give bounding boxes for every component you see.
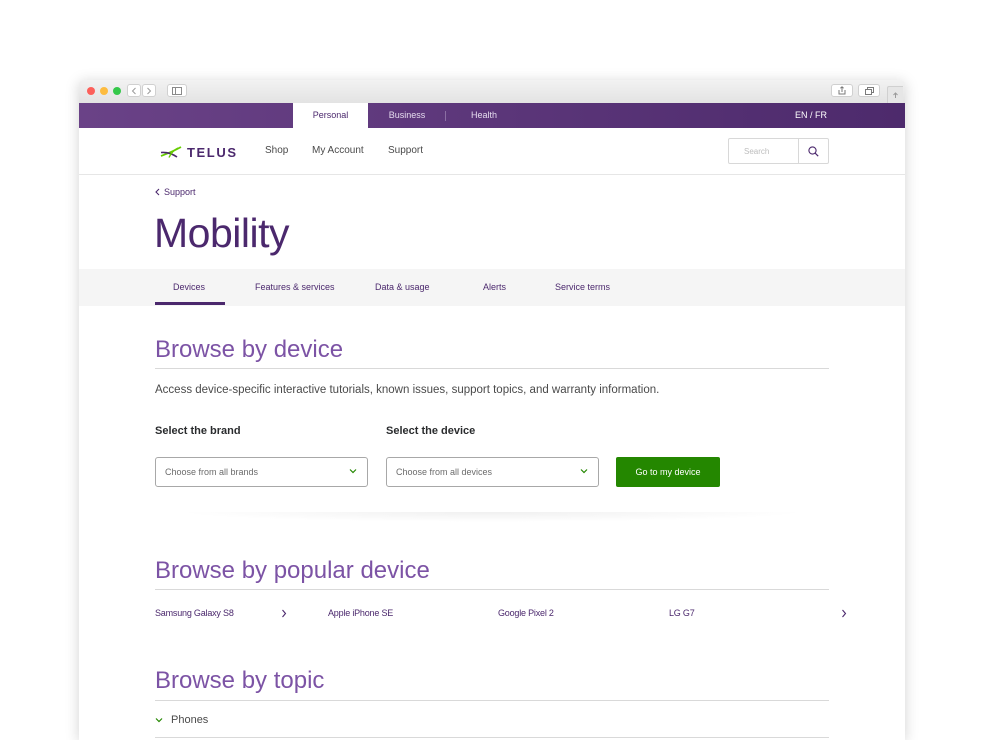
chevron-down-icon: [349, 469, 357, 474]
brand-select[interactable]: Choose from all brands: [155, 457, 368, 487]
topic-item-phones[interactable]: Phones: [155, 714, 208, 726]
tab-alerts[interactable]: Alerts: [483, 269, 506, 306]
tab-personal[interactable]: Personal: [293, 103, 368, 128]
close-window-button[interactable]: [87, 87, 95, 95]
popular-device-item[interactable]: LG G7: [669, 608, 695, 618]
chevron-down-icon: [580, 469, 588, 474]
forward-icon[interactable]: [142, 84, 156, 97]
breadcrumb[interactable]: Support: [155, 187, 196, 197]
nav-support[interactable]: Support: [388, 145, 423, 156]
main-header: TELUS Shop My Account Support: [79, 128, 905, 175]
logo-text: TELUS: [187, 144, 238, 160]
tabs-icon[interactable]: [858, 84, 880, 97]
browser-toolbar: [79, 80, 905, 104]
go-to-my-device-button[interactable]: Go to my device: [616, 457, 720, 487]
tab-service-terms[interactable]: Service terms: [555, 269, 610, 306]
brand-select-value: Choose from all brands: [165, 467, 259, 477]
section-divider: [155, 700, 829, 701]
topic-divider: [155, 737, 829, 738]
popular-device-item[interactable]: Samsung Galaxy S8: [155, 608, 234, 618]
browser-window: Personal Business Health EN / FR TELUS S…: [79, 80, 905, 740]
active-tab-indicator: [155, 302, 225, 305]
section-divider: [155, 368, 829, 369]
chevron-left-icon: [155, 188, 160, 196]
device-select-value: Choose from all devices: [396, 467, 493, 477]
telus-leaf-icon: [160, 146, 182, 158]
breadcrumb-label: Support: [164, 187, 196, 197]
popular-device-title: Browse by popular device: [155, 557, 430, 584]
tab-health[interactable]: Health: [450, 103, 518, 128]
chevron-down-icon: [155, 718, 163, 723]
search-icon: [808, 145, 819, 157]
tab-features-services[interactable]: Features & services: [255, 269, 335, 306]
popular-device-item[interactable]: Google Pixel 2: [498, 608, 554, 618]
tab-divider: [445, 111, 446, 121]
language-toggle[interactable]: EN / FR: [795, 103, 827, 128]
carousel-next-icon[interactable]: [841, 609, 847, 618]
device-label: Select the device: [386, 425, 476, 437]
segment-bar: Personal Business Health EN / FR: [79, 103, 905, 128]
new-tab-icon[interactable]: [887, 86, 903, 103]
sub-navigation: Devices Features & services Data & usage…: [79, 269, 905, 306]
sidebar-icon[interactable]: [167, 84, 187, 97]
brand-label: Select the brand: [155, 425, 241, 437]
section-shadow: [175, 512, 809, 522]
chevron-right-icon[interactable]: [281, 609, 287, 618]
nav-my-account[interactable]: My Account: [312, 145, 364, 156]
maximize-window-button[interactable]: [113, 87, 121, 95]
tab-data-usage[interactable]: Data & usage: [375, 269, 430, 306]
browse-device-title: Browse by device: [155, 336, 344, 363]
device-select[interactable]: Choose from all devices: [386, 457, 599, 487]
nav-shop[interactable]: Shop: [265, 145, 288, 156]
tab-devices[interactable]: Devices: [173, 269, 205, 306]
search-input[interactable]: [729, 139, 801, 163]
search-box: [728, 138, 829, 164]
section-divider: [155, 589, 829, 590]
tab-business[interactable]: Business: [375, 103, 439, 128]
page-title: Mobility: [154, 210, 289, 256]
back-icon[interactable]: [127, 84, 141, 97]
browse-device-description: Access device-specific interactive tutor…: [155, 384, 660, 396]
popular-device-item[interactable]: Apple iPhone SE: [328, 608, 393, 618]
topic-label: Phones: [171, 714, 209, 726]
search-button[interactable]: [798, 139, 828, 163]
share-icon[interactable]: [831, 84, 853, 97]
telus-logo[interactable]: TELUS: [159, 142, 249, 162]
minimize-window-button[interactable]: [100, 87, 108, 95]
browse-topic-title: Browse by topic: [155, 667, 325, 694]
